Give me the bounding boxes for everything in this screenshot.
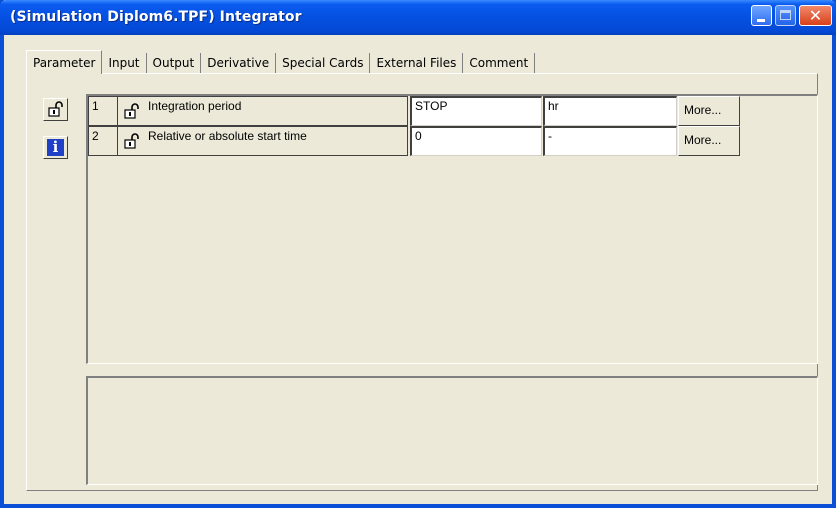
parameter-value-field[interactable]: 0 — [410, 126, 542, 156]
parameter-name: Integration period — [148, 96, 408, 126]
parameter-unit-field[interactable]: - — [543, 126, 677, 156]
parameter-index: 1 — [88, 96, 118, 126]
title-bar[interactable]: (Simulation Diplom6.TPF) Integrator ✕ — [0, 0, 836, 35]
description-panel — [86, 376, 818, 485]
parameter-unit-field[interactable]: hr — [543, 96, 677, 126]
padlock-icon — [124, 133, 139, 149]
window-title: (Simulation Diplom6.TPF) Integrator — [10, 9, 302, 25]
tab-parameter[interactable]: Parameter — [26, 50, 103, 74]
more-button[interactable]: More... — [678, 126, 740, 156]
tab-external-files[interactable]: External Files — [370, 53, 464, 74]
minimize-icon — [757, 19, 765, 22]
parameter-lock-toggle[interactable] — [118, 96, 148, 126]
parameter-lock-toggle[interactable] — [118, 126, 148, 156]
tab-derivative[interactable]: Derivative — [201, 53, 277, 74]
info-icon: i — [47, 139, 64, 156]
maximize-button[interactable] — [775, 5, 796, 26]
parameter-index: 2 — [88, 126, 118, 156]
maximize-icon — [780, 10, 791, 20]
tab-special-cards[interactable]: Special Cards — [276, 53, 371, 74]
close-button[interactable]: ✕ — [799, 5, 832, 26]
lock-button[interactable] — [43, 98, 68, 121]
parameter-grid: 1 Integration period STOP hr More... 2 R… — [86, 94, 818, 364]
tab-input[interactable]: Input — [102, 53, 147, 74]
more-button[interactable]: More... — [678, 96, 740, 126]
tab-comment[interactable]: Comment — [463, 53, 536, 74]
minimize-button[interactable] — [751, 5, 772, 26]
parameter-name: Relative or absolute start time — [148, 126, 408, 156]
close-icon: ✕ — [808, 6, 823, 25]
padlock-icon — [48, 101, 63, 117]
info-button[interactable]: i — [43, 136, 68, 159]
tab-strip: Parameter Input Output Derivative Specia… — [26, 50, 536, 74]
parameter-value-field[interactable]: STOP — [410, 96, 542, 126]
padlock-icon — [124, 103, 139, 119]
tab-output[interactable]: Output — [147, 53, 202, 74]
